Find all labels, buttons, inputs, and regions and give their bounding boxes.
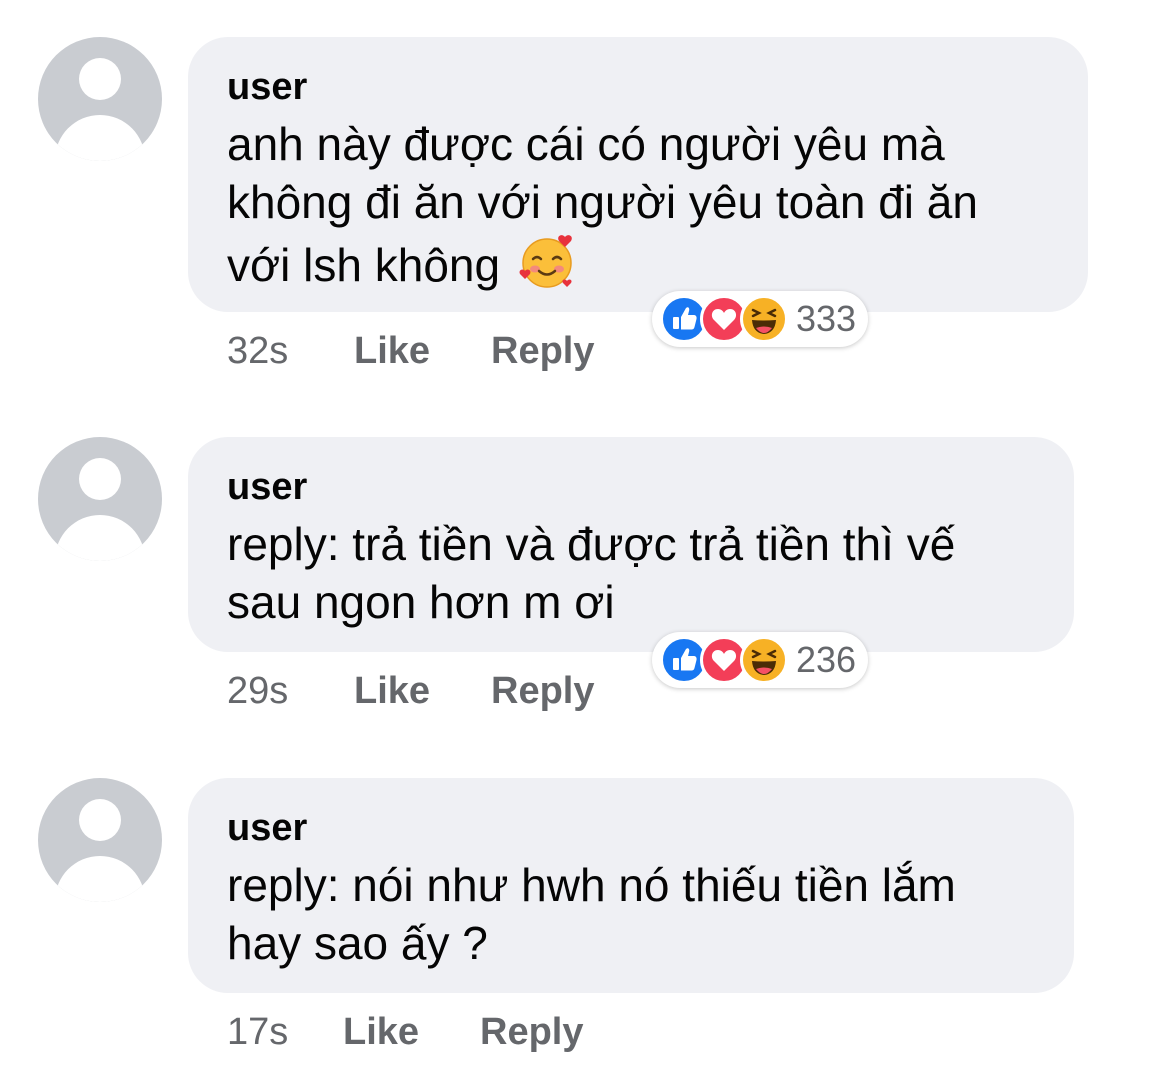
avatar-body-shape bbox=[55, 515, 145, 561]
comment-text-line: reply: trả tiền và được trả tiền thì vế bbox=[227, 518, 956, 570]
reactions-summary[interactable]: 236 bbox=[652, 632, 869, 688]
avatar-head-shape bbox=[79, 58, 121, 100]
comment-text-line: reply: nói như hwh nó thiếu tiền lắm bbox=[227, 859, 956, 911]
reply-button[interactable]: Reply bbox=[491, 669, 594, 713]
smiling-face-with-hearts-icon bbox=[519, 235, 572, 288]
comment-text: reply: trả tiền và được trả tiền thì vế … bbox=[227, 515, 1034, 631]
reactions-summary[interactable]: 333 bbox=[652, 291, 869, 347]
comment-text-line-content: không đi ăn với người yêu toàn đi ăn bbox=[227, 176, 978, 228]
comment-bubble: user reply: nói như hwh nó thiếu tiền lắ… bbox=[188, 778, 1074, 993]
comment-author[interactable]: user bbox=[227, 65, 1048, 109]
reaction-count: 236 bbox=[796, 639, 857, 680]
like-button[interactable]: Like bbox=[343, 1010, 480, 1054]
comment-text: reply: nói như hwh nó thiếu tiền lắm hay… bbox=[227, 856, 1034, 972]
comment-text: anh này được cái có người yêu mà không đ… bbox=[227, 115, 1048, 294]
comment-actions: 32s Like Reply bbox=[227, 329, 594, 373]
comment-bubble: user reply: trả tiền và được trả tiền th… bbox=[188, 437, 1074, 652]
comment-text-line: không đi ăn với người yêu toàn đi ăn bbox=[227, 173, 1048, 231]
comment-actions: 29s Like Reply bbox=[227, 669, 594, 713]
comment-text-line: với lsh không bbox=[227, 231, 1048, 294]
like-button[interactable]: Like bbox=[354, 329, 491, 373]
comment-text-line: sau ngon hơn m ơi bbox=[227, 576, 615, 628]
comment-author[interactable]: user bbox=[227, 465, 1034, 509]
avatar-body-shape bbox=[55, 115, 145, 161]
comment-text-line-content: với lsh không bbox=[227, 239, 501, 291]
avatar-body-shape bbox=[55, 856, 145, 902]
comment-bubble: user anh này được cái có người yêu mà kh… bbox=[188, 37, 1088, 312]
comment-text-line: anh này được cái có người yêu mà bbox=[227, 118, 945, 170]
comment-text-line: hay sao ấy ? bbox=[227, 917, 488, 969]
like-button[interactable]: Like bbox=[354, 669, 491, 713]
reply-button[interactable]: Reply bbox=[480, 1010, 583, 1054]
avatar[interactable] bbox=[38, 437, 162, 561]
comment-actions: 17s Like Reply bbox=[227, 1010, 583, 1054]
haha-reaction-icon bbox=[740, 295, 788, 343]
avatar-head-shape bbox=[79, 799, 121, 841]
haha-reaction-icon bbox=[740, 636, 788, 684]
comment-timestamp: 29s bbox=[227, 670, 289, 712]
comment-author[interactable]: user bbox=[227, 806, 1034, 850]
reply-button[interactable]: Reply bbox=[491, 329, 594, 373]
avatar[interactable] bbox=[38, 37, 162, 161]
comment-timestamp: 32s bbox=[227, 330, 289, 372]
avatar-head-shape bbox=[79, 458, 121, 500]
avatar[interactable] bbox=[38, 778, 162, 902]
reaction-count: 333 bbox=[796, 298, 857, 339]
comment-timestamp: 17s bbox=[227, 1011, 289, 1053]
